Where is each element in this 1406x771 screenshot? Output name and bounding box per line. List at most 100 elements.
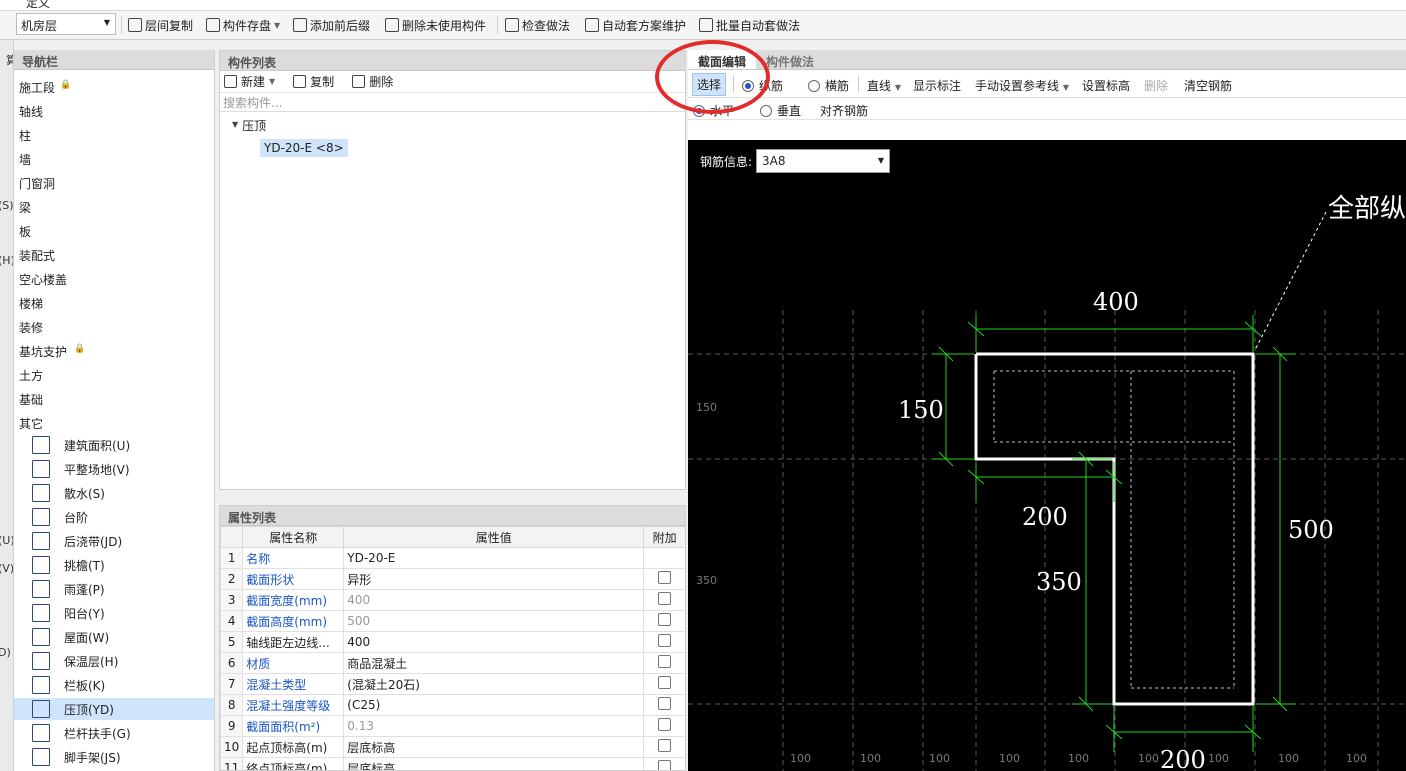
property-value[interactable]: 0.13 (343, 715, 645, 737)
menu-fragment[interactable]: 定义 (26, 0, 50, 10)
property-value[interactable]: 层底标高 (343, 757, 645, 770)
add-prefix-suffix-button[interactable]: 添加前后缀 (293, 14, 370, 36)
tree-root[interactable]: ▼ 压顶 (232, 117, 266, 134)
extra-checkbox[interactable] (658, 613, 672, 626)
property-row[interactable]: 1 名称 YD-20-E (220, 547, 685, 569)
copy-component-button[interactable]: 复制 (293, 73, 334, 90)
check-method-button[interactable]: 检查做法 (505, 14, 570, 36)
show-annotation-button[interactable]: 显示标注 (913, 77, 961, 94)
property-value[interactable]: 层底标高 (343, 736, 645, 758)
property-value[interactable]: 400 (343, 589, 645, 611)
nav-item-7[interactable]: 装配式 (19, 247, 55, 264)
nav-sub-item-1[interactable]: 平整场地(V) (14, 458, 214, 480)
delete-button[interactable]: 删除 (1144, 77, 1168, 94)
nav-sub-item-6[interactable]: 雨蓬(P) (14, 578, 214, 600)
tree-item-yd-20-e[interactable]: YD-20-E <8> (260, 139, 348, 157)
line-dropdown[interactable]: 直线 ▼ (867, 77, 901, 94)
extra-checkbox[interactable] (658, 718, 672, 731)
nav-sub-item-10[interactable]: 栏板(K) (14, 674, 214, 696)
extra-checkbox[interactable] (658, 676, 672, 689)
property-value[interactable]: (混凝土20石) (343, 673, 645, 695)
extra-checkbox[interactable] (658, 592, 672, 605)
batch-auto-method-button[interactable]: 批量自动套做法 (699, 14, 800, 36)
property-row[interactable]: 4 截面高度(mm) 500 (220, 610, 685, 632)
property-row[interactable]: 2 截面形状 异形 (220, 568, 685, 590)
component-type-icon (32, 556, 50, 574)
set-elevation-button[interactable]: 设置标高 (1082, 77, 1130, 94)
batch-icon (699, 18, 713, 32)
nav-item-4[interactable]: 门窗洞 (19, 175, 55, 192)
delete-unused-button[interactable]: 删除未使用构件 (385, 14, 486, 36)
nav-item-0[interactable]: 施工段 (19, 79, 55, 96)
extra-checkbox[interactable] (658, 739, 672, 752)
property-value[interactable]: 500 (343, 610, 645, 632)
drawing-canvas[interactable]: 400 150 200 500 350 200 全部纵 150 350 100 … (688, 140, 1406, 771)
nav-sub-item-3[interactable]: 台阶 (14, 506, 214, 528)
nav-item-1[interactable]: 轴线 (19, 103, 43, 120)
nav-item-13[interactable]: 基础 (19, 391, 43, 408)
extra-checkbox[interactable] (658, 571, 672, 584)
bottom-ruler: 100 (1208, 752, 1229, 765)
property-value[interactable]: 400 (343, 631, 645, 653)
nav-item-3[interactable]: 墙 (19, 151, 31, 168)
nav-item-2[interactable]: 柱 (19, 127, 31, 144)
save-component-button[interactable]: 构件存盘 ▼ (206, 14, 280, 36)
nav-item-6[interactable]: 板 (19, 223, 31, 240)
nav-item-14[interactable]: 其它 (19, 415, 43, 432)
nav-sub-item-5[interactable]: 挑檐(T) (14, 554, 214, 576)
align-rebar-button[interactable]: 对齐钢筋 (820, 102, 868, 119)
nav-item-12[interactable]: 土方 (19, 367, 43, 384)
rebar-info-label: 钢筋信息: (700, 154, 753, 169)
extra-checkbox[interactable] (658, 655, 672, 668)
property-row[interactable]: 3 截面宽度(mm) 400 (220, 589, 685, 611)
nav-item-11[interactable]: 基坑支护 (19, 343, 67, 360)
section-outline (974, 352, 1255, 706)
nav-item-9[interactable]: 楼梯 (19, 295, 43, 312)
expand-icon[interactable]: ▼ (232, 120, 238, 134)
auto-scheme-maintain-button[interactable]: 自动套方案维护 (585, 14, 686, 36)
property-row[interactable]: 11 终点顶标高(m) 层底标高 (220, 757, 685, 770)
property-row[interactable]: 9 截面面积(m²) 0.13 (220, 715, 685, 737)
nav-sub-item-8[interactable]: 屋面(W) (14, 626, 214, 648)
nav-sub-item-4[interactable]: 后浇带(JD) (14, 530, 214, 552)
property-value[interactable]: 异形 (343, 568, 645, 590)
property-value[interactable]: 商品混凝土 (343, 652, 645, 674)
property-row[interactable]: 10 起点顶标高(m) 层底标高 (220, 736, 685, 758)
extra-checkbox[interactable] (658, 697, 672, 710)
property-value[interactable]: YD-20-E (343, 547, 645, 569)
nav-sub-item-13[interactable]: 脚手架(JS) (14, 746, 214, 768)
delete-list-icon (385, 18, 399, 32)
extra-checkbox[interactable] (658, 760, 672, 770)
extra-checkbox[interactable] (658, 634, 672, 647)
component-toolbar: 新建 ▼ 复制 删除 (220, 71, 685, 93)
delete-component-button[interactable]: 删除 (352, 73, 393, 90)
nav-sub-item-11[interactable]: 压顶(YD) (14, 698, 214, 720)
new-component-button[interactable]: 新建 ▼ (224, 73, 275, 90)
rebar-info-select[interactable]: 3A8 ▼ (756, 149, 891, 173)
property-row[interactable]: 7 混凝土类型 (混凝土20石) (220, 673, 685, 695)
nav-item-5[interactable]: 梁 (19, 199, 31, 216)
component-search-input[interactable]: 搜索构件... ⌕ (220, 93, 685, 112)
property-row[interactable]: 6 材质 商品混凝土 (220, 652, 685, 674)
nav-sub-item-12[interactable]: 栏杆扶手(G) (14, 722, 214, 744)
nav-sub-item-0[interactable]: 建筑面积(U) (14, 434, 214, 456)
clear-rebar-button[interactable]: 清空钢筋 (1184, 77, 1232, 94)
nav-sub-item-7[interactable]: 阳台(Y) (14, 602, 214, 624)
dim-350-label: 350 (1036, 568, 1082, 596)
nav-item-10[interactable]: 装修 (19, 319, 43, 336)
dimension-labels: 400 150 200 500 350 200 全部纵 (898, 194, 1406, 771)
property-value[interactable]: (C25) (343, 694, 645, 716)
property-row[interactable]: 8 混凝土强度等级 (C25) (220, 694, 685, 716)
nav-sub-item-9[interactable]: 保温层(H) (14, 650, 214, 672)
lock-icon: 🔒 (60, 80, 72, 90)
transverse-radio[interactable]: 横筋 (808, 77, 849, 94)
edge-text: (U) (0, 534, 14, 547)
vertical-radio[interactable]: 垂直 (760, 102, 801, 119)
nav-item-8[interactable]: 空心楼盖 (19, 271, 67, 288)
property-row[interactable]: 5 轴线距左边线... 400 (220, 631, 685, 653)
floor-select[interactable]: 机房层 ▼ (16, 13, 116, 35)
section-drawing[interactable]: 400 150 200 500 350 200 全部纵 150 350 100 … (688, 140, 1406, 771)
copy-between-floors-button[interactable]: 层间复制 (128, 14, 193, 36)
manual-ref-line-dropdown[interactable]: 手动设置参考线 ▼ (975, 77, 1069, 94)
nav-sub-item-2[interactable]: 散水(S) (14, 482, 214, 504)
